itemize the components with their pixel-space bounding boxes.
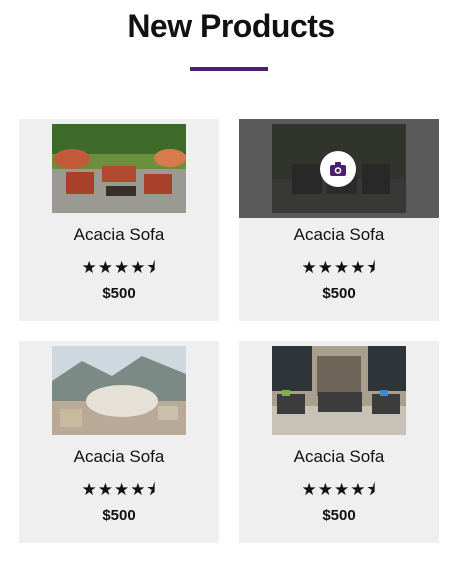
product-name[interactable]: Acacia Sofa <box>19 447 219 467</box>
product-name[interactable]: Acacia Sofa <box>19 225 219 245</box>
rating-stars: ★★★★⯨ <box>81 258 157 277</box>
patio-seaview-image <box>52 346 186 435</box>
product-price: $500 <box>102 285 136 302</box>
product-card[interactable]: Acacia Sofa ★★★★⯨ $500 <box>19 119 219 321</box>
product-image[interactable] <box>272 346 406 435</box>
section-title: New Products <box>127 8 335 44</box>
product-image[interactable] <box>52 346 186 435</box>
title-underline <box>190 67 268 71</box>
rating-stars: ★★★★⯨ <box>301 258 377 277</box>
product-card[interactable]: Acacia Sofa ★★★★⯨ $500 <box>239 119 439 321</box>
rating-stars: ★★★★⯨ <box>81 480 157 499</box>
product-card[interactable]: Acacia Sofa ★★★★⯨ $500 <box>239 341 439 543</box>
camera-icon[interactable] <box>320 151 356 187</box>
product-price: $500 <box>102 507 136 524</box>
product-name[interactable]: Acacia Sofa <box>239 447 439 467</box>
product-image[interactable] <box>52 124 186 213</box>
image-hover-overlay[interactable] <box>239 119 439 218</box>
patio-garden-image <box>52 124 186 213</box>
product-price: $500 <box>322 507 356 524</box>
rating-stars: ★★★★⯨ <box>301 480 377 499</box>
product-card[interactable]: Acacia Sofa ★★★★⯨ $500 <box>19 341 219 543</box>
product-price: $500 <box>322 285 356 302</box>
patio-courtyard-image <box>272 346 406 435</box>
product-name[interactable]: Acacia Sofa <box>239 225 439 245</box>
